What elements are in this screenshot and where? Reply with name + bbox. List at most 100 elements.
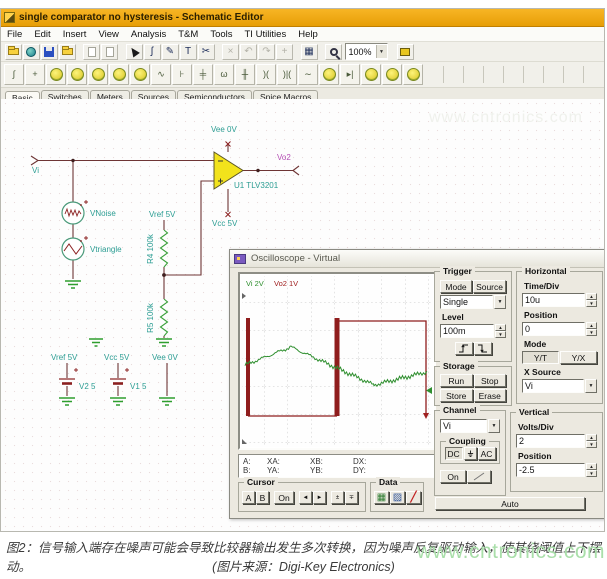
redo-icon[interactable]: ↷ xyxy=(258,44,275,60)
erase-button[interactable]: Erase xyxy=(474,389,507,402)
dropdown-arrow-icon[interactable]: ▼ xyxy=(585,379,597,393)
battery-v1[interactable] xyxy=(110,368,129,384)
battery-v2[interactable] xyxy=(59,368,78,384)
app-titlebar[interactable]: single comparator no hysteresis - Schema… xyxy=(1,9,604,27)
h-position-spinner[interactable]: 0 ▲▼ xyxy=(522,322,597,336)
source-vtriangle[interactable] xyxy=(62,236,88,260)
menu-file[interactable]: File xyxy=(7,29,22,40)
transformer-icon[interactable]: )( xyxy=(256,64,276,85)
coupling-gnd-button[interactable] xyxy=(464,447,477,460)
mode-yt-button[interactable]: Y/T xyxy=(522,351,559,364)
grid-toggle-icon[interactable]: ▦ xyxy=(301,44,318,60)
cursor-b-button[interactable]: B xyxy=(256,491,269,504)
channel-slope-button[interactable] xyxy=(467,470,491,483)
v-position-spinner[interactable]: -2.5 ▲▼ xyxy=(516,463,597,477)
paste-icon[interactable] xyxy=(101,44,118,60)
undo-icon[interactable]: ↶ xyxy=(240,44,257,60)
coupled-coils-icon[interactable]: )|( xyxy=(277,64,297,85)
mode-yx-button[interactable]: Y/X xyxy=(560,351,597,364)
zoom-level-combo[interactable]: 100%▼ xyxy=(345,43,388,60)
trigger-mode-button[interactable]: Mode xyxy=(440,280,472,293)
trigger-source-button[interactable]: Source xyxy=(473,280,506,293)
store-button[interactable]: Store xyxy=(440,389,473,402)
trigger-level-spinner[interactable]: 100m ▲▼ xyxy=(440,324,506,338)
cursor-left-button[interactable]: ◄ xyxy=(299,491,312,504)
cursor-on-button[interactable]: On xyxy=(274,491,294,504)
output-terminal-vo2[interactable] xyxy=(293,166,299,175)
zoom-tool-icon[interactable] xyxy=(325,44,342,60)
timediv-spinner[interactable]: 10u ▲▼ xyxy=(522,293,597,307)
coupling-dc-button[interactable]: DC xyxy=(445,447,463,460)
menu-help[interactable]: Help xyxy=(298,29,318,40)
io-terminal-icon[interactable]: + xyxy=(25,64,45,85)
meter-icon[interactable] xyxy=(361,64,381,85)
spinner-arrows[interactable]: ▲▼ xyxy=(586,434,597,448)
voltage-source-icon[interactable] xyxy=(46,64,66,85)
coupling-ac-button[interactable]: AC xyxy=(478,447,496,460)
ammeter-icon[interactable] xyxy=(403,64,423,85)
copy-icon[interactable] xyxy=(83,44,100,60)
wire-tool-icon[interactable]: ʃ xyxy=(144,44,161,60)
source-vnoise[interactable] xyxy=(62,200,88,224)
cut-icon[interactable]: ✂ xyxy=(198,44,215,60)
cursor-a-button[interactable]: A xyxy=(242,491,255,504)
potentiometer-icon[interactable]: ⊦ xyxy=(172,64,192,85)
zoom-in-icon[interactable]: + xyxy=(276,44,293,60)
ac-source-icon[interactable]: ∼ xyxy=(298,64,318,85)
relay-icon[interactable] xyxy=(319,64,339,85)
channel-select[interactable]: Vi ▼ xyxy=(440,419,500,433)
diode-icon[interactable]: ▸| xyxy=(340,64,360,85)
voltmeter-icon[interactable] xyxy=(382,64,402,85)
inductor-icon[interactable]: ω xyxy=(214,64,234,85)
cursor-up-step-button[interactable]: ± xyxy=(331,491,344,504)
resistor-r5[interactable] xyxy=(161,299,168,336)
voltsdiv-spinner[interactable]: 2 ▲▼ xyxy=(516,434,597,448)
stop-button[interactable]: Stop xyxy=(474,374,507,387)
text-tool-icon[interactable]: T xyxy=(180,44,197,60)
trigger-falling-edge-button[interactable] xyxy=(474,342,492,355)
spinner-arrows[interactable]: ▲▼ xyxy=(586,293,597,307)
open-web-icon[interactable] xyxy=(23,44,40,60)
spinner-arrows[interactable]: ▲▼ xyxy=(586,322,597,336)
voltage-generator-icon[interactable] xyxy=(67,64,87,85)
spinner-arrows[interactable]: ▲▼ xyxy=(586,463,597,477)
data-edit-button[interactable]: ╱ xyxy=(406,491,421,504)
menu-tools[interactable]: Tools xyxy=(210,29,232,40)
pencil-tool-icon[interactable]: ✎ xyxy=(162,44,179,60)
resistor-icon[interactable]: ∿ xyxy=(151,64,171,85)
open-file-icon[interactable] xyxy=(5,44,22,60)
wire-icon[interactable]: ∫ xyxy=(4,64,24,85)
import-file-icon[interactable] xyxy=(59,44,76,60)
current-source-icon[interactable] xyxy=(88,64,108,85)
save-icon[interactable] xyxy=(41,44,58,60)
menu-ti-utilities[interactable]: TI Utilities xyxy=(245,29,287,40)
capacitor-icon[interactable]: ╪ xyxy=(193,64,213,85)
schematic-canvas[interactable]: www.cntronics.com xyxy=(1,99,604,531)
cursor-right-button[interactable]: ► xyxy=(313,491,326,504)
cursor-down-step-button[interactable]: ∓ xyxy=(345,491,358,504)
dropdown-arrow-icon[interactable]: ▼ xyxy=(376,45,387,58)
menu-analysis[interactable]: Analysis xyxy=(131,29,166,40)
data-export-button[interactable]: ▨ xyxy=(390,491,405,504)
menu-view[interactable]: View xyxy=(98,29,118,40)
menu-insert[interactable]: Insert xyxy=(63,29,87,40)
xsource-select[interactable]: Vi ▼ xyxy=(522,379,597,393)
delete-icon[interactable]: × xyxy=(222,44,239,60)
menu-t-m[interactable]: T&M xyxy=(178,29,198,40)
spinner-arrows[interactable]: ▲▼ xyxy=(495,324,506,338)
battery-icon[interactable]: ╫ xyxy=(235,64,255,85)
trigger-mode-select[interactable]: Single ▼ xyxy=(440,295,506,309)
run-button[interactable]: Run xyxy=(440,374,473,387)
dropdown-arrow-icon[interactable]: ▼ xyxy=(494,295,506,309)
resistor-r4[interactable] xyxy=(161,230,168,267)
menu-edit[interactable]: Edit xyxy=(34,29,50,40)
trigger-rising-edge-button[interactable] xyxy=(455,342,473,355)
current-generator-icon[interactable] xyxy=(109,64,129,85)
channel-on-button[interactable]: On xyxy=(440,470,466,483)
data-table-button[interactable]: ▦ xyxy=(374,491,389,504)
select-cursor-icon[interactable] xyxy=(126,44,143,60)
dropdown-arrow-icon[interactable]: ▼ xyxy=(488,419,500,433)
pin-tool-icon[interactable] xyxy=(397,44,414,60)
auto-setup-button[interactable]: Auto xyxy=(435,497,585,510)
input-terminal-vi[interactable] xyxy=(31,156,38,165)
